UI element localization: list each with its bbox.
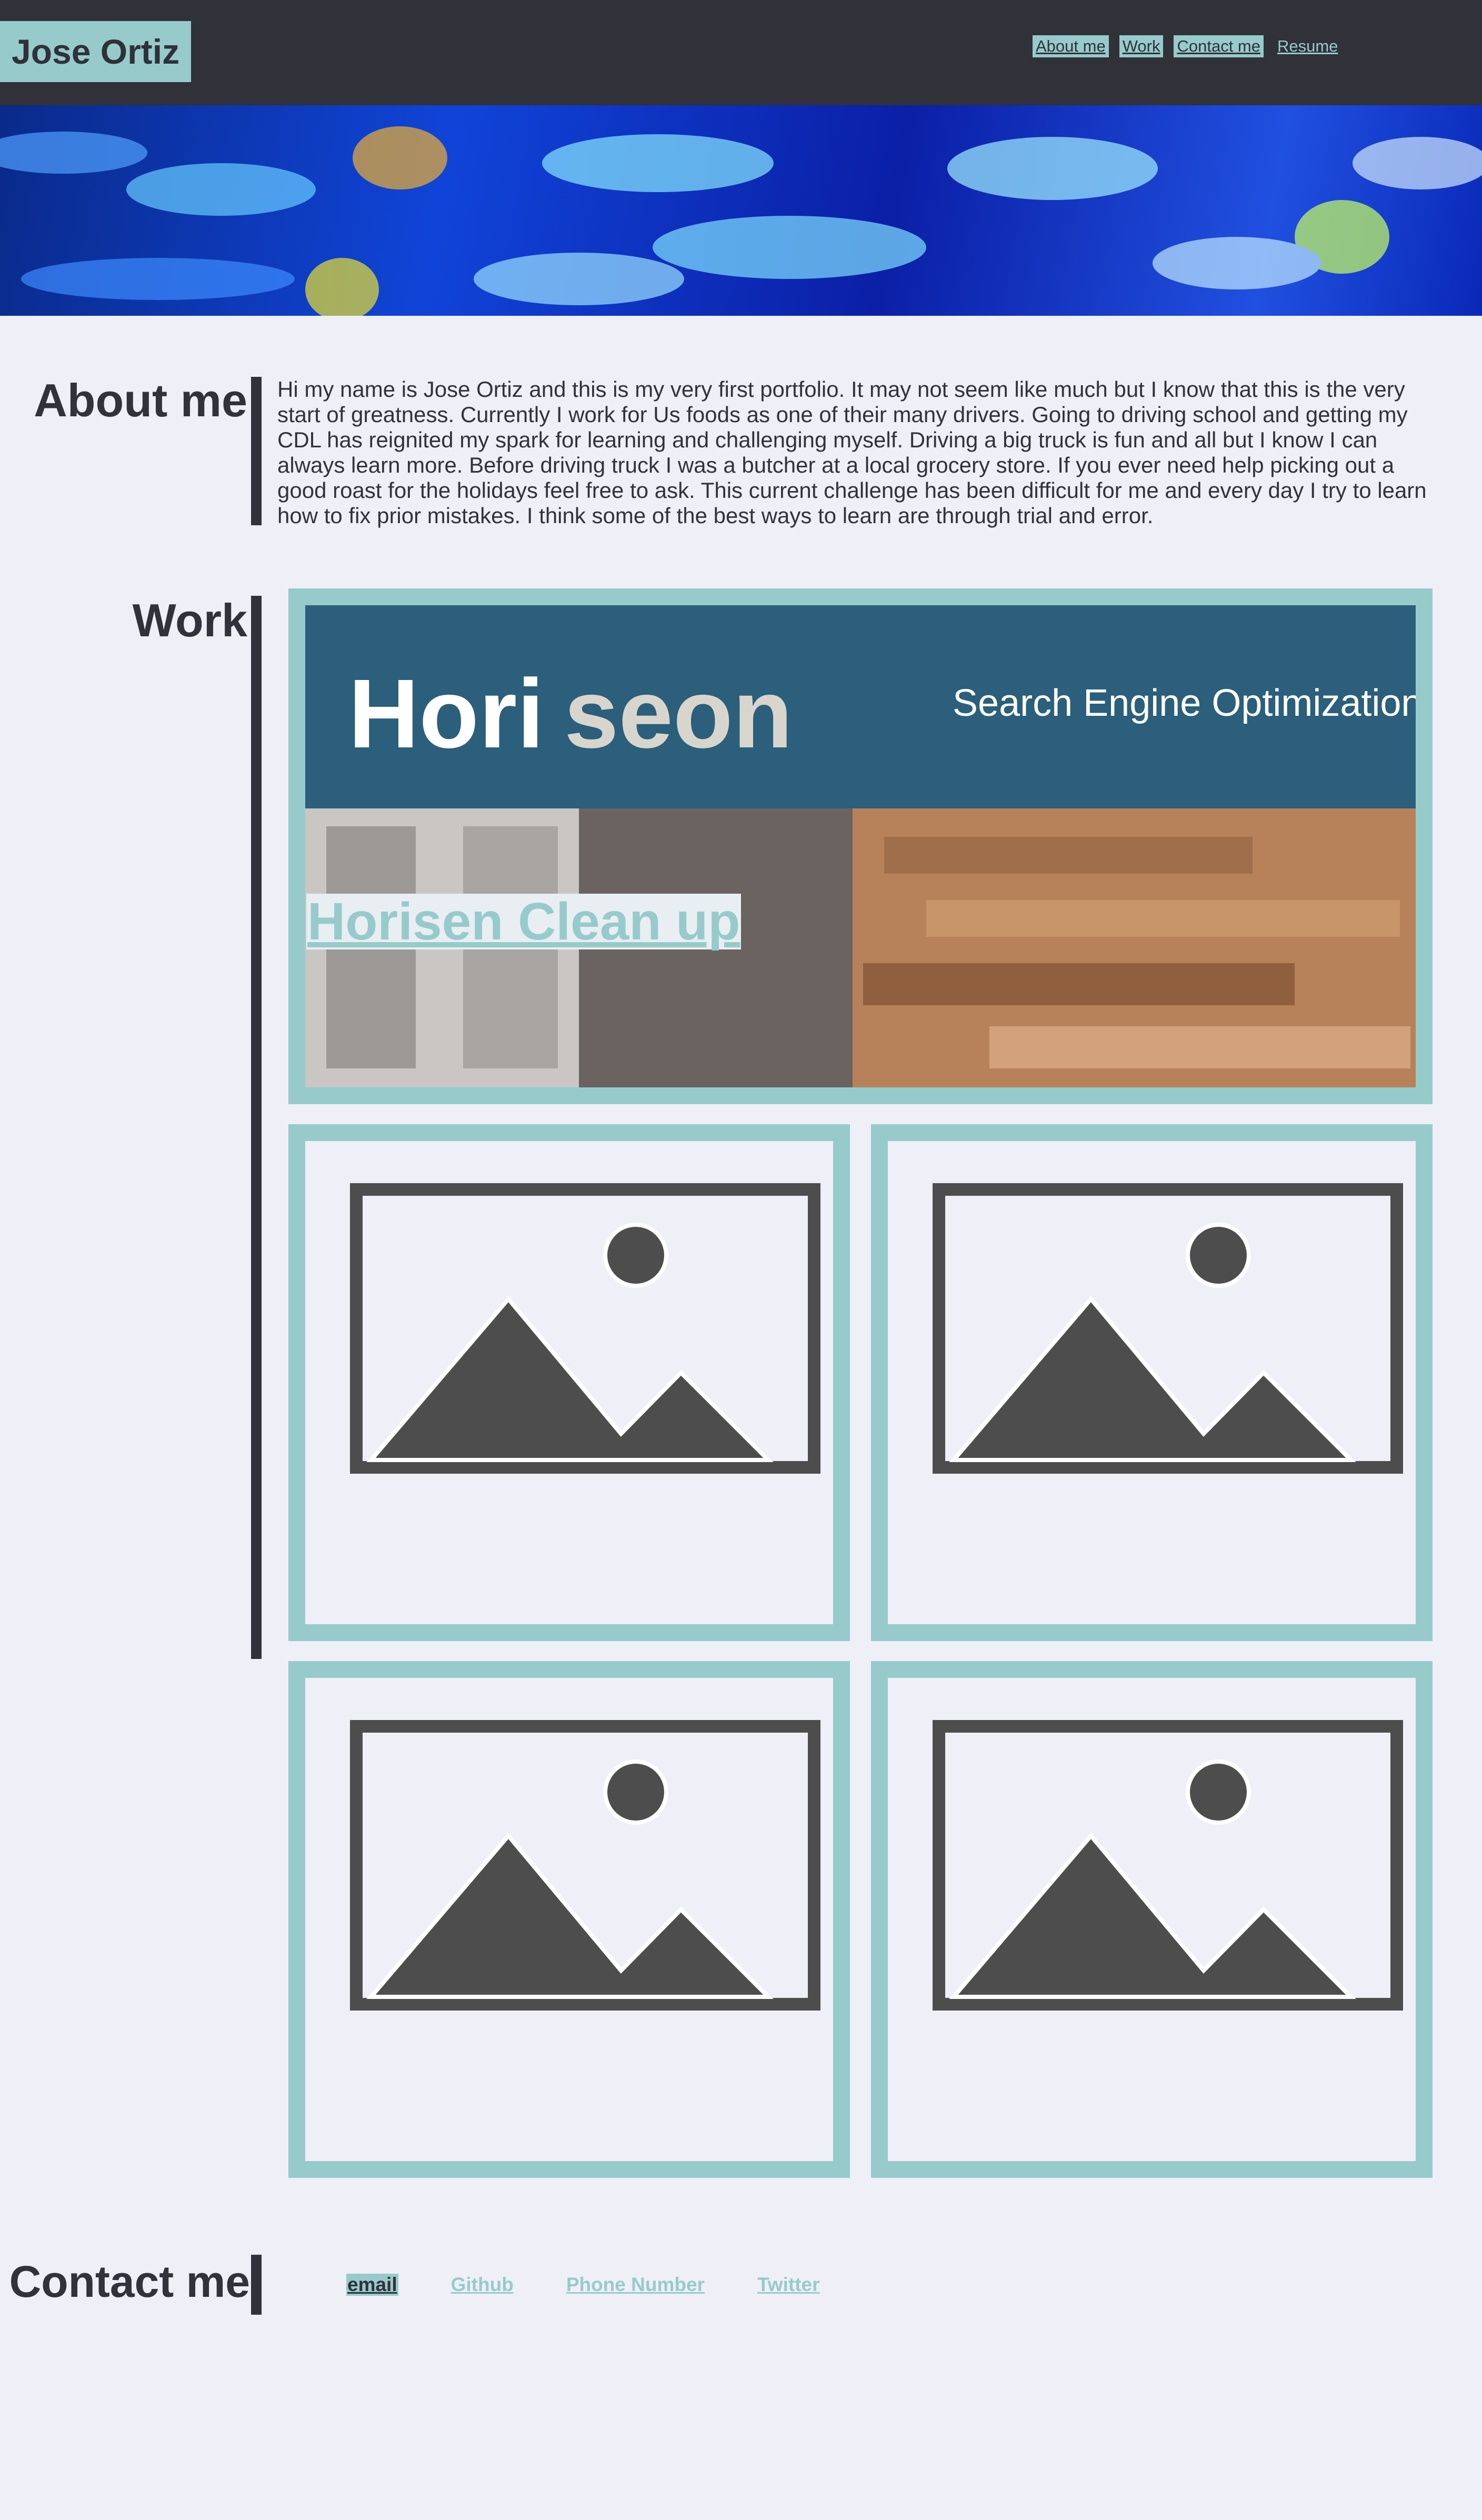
- brand-title: Jose Ortiz: [0, 21, 192, 82]
- main-nav: About me Work Contact me Resume: [1033, 35, 1341, 57]
- contact-divider: [251, 2255, 262, 2315]
- hero-code-texture: [0, 126, 1482, 316]
- work-divider: [251, 596, 262, 1659]
- contact-title: Contact me: [9, 2257, 250, 2306]
- hero-banner-image: [0, 105, 1482, 316]
- image-placeholder-icon: [933, 1720, 1403, 2011]
- nav-link-work[interactable]: Work: [1119, 35, 1164, 57]
- contact-link-email[interactable]: email: [346, 2274, 398, 2296]
- image-placeholder-icon: [933, 1183, 1403, 1474]
- site-header: Jose Ortiz About me Work Contact me Resu…: [0, 0, 1482, 105]
- featured-project-card[interactable]: Hori seon Search Engine Optimization: [288, 588, 1433, 1104]
- image-placeholder-icon: [350, 1183, 820, 1474]
- image-placeholder-icon: [350, 1720, 820, 2011]
- contact-link-phone[interactable]: Phone Number: [566, 2274, 705, 2296]
- horiseon-logo-part-a: Hori: [348, 659, 544, 768]
- nav-link-resume[interactable]: Resume: [1274, 35, 1341, 57]
- work-title: Work: [132, 594, 247, 646]
- contact-links: email Github Phone Number Twitter: [346, 2274, 820, 2296]
- project-card-3[interactable]: [288, 1661, 850, 2178]
- project-card-1[interactable]: [288, 1124, 850, 1641]
- project-card-body: [888, 1141, 1416, 1624]
- featured-project-screenshot: Hori seon Search Engine Optimization: [305, 605, 1416, 1087]
- project-card-body: [888, 1678, 1416, 2161]
- about-title: About me: [34, 374, 247, 426]
- contact-link-github[interactable]: Github: [451, 2274, 514, 2296]
- horiseon-logo-part-b: seon: [564, 659, 793, 768]
- project-card-body: [305, 1141, 833, 1624]
- contact-link-twitter[interactable]: Twitter: [757, 2274, 820, 2296]
- horiseon-tagline: Search Engine Optimization: [953, 682, 1416, 724]
- about-divider: [251, 377, 262, 525]
- project-card-body: [305, 1678, 833, 2161]
- project-card-2[interactable]: [871, 1124, 1433, 1641]
- project-card-4[interactable]: [871, 1661, 1433, 2178]
- nav-link-about[interactable]: About me: [1033, 35, 1109, 57]
- nav-link-contact[interactable]: Contact me: [1174, 35, 1264, 57]
- horiseon-screenshot-image: Hori seon Search Engine Optimization: [305, 605, 1416, 1087]
- about-paragraph: Hi my name is Jose Ortiz and this is my …: [277, 377, 1427, 528]
- featured-project-link[interactable]: Horisen Clean up: [306, 894, 742, 949]
